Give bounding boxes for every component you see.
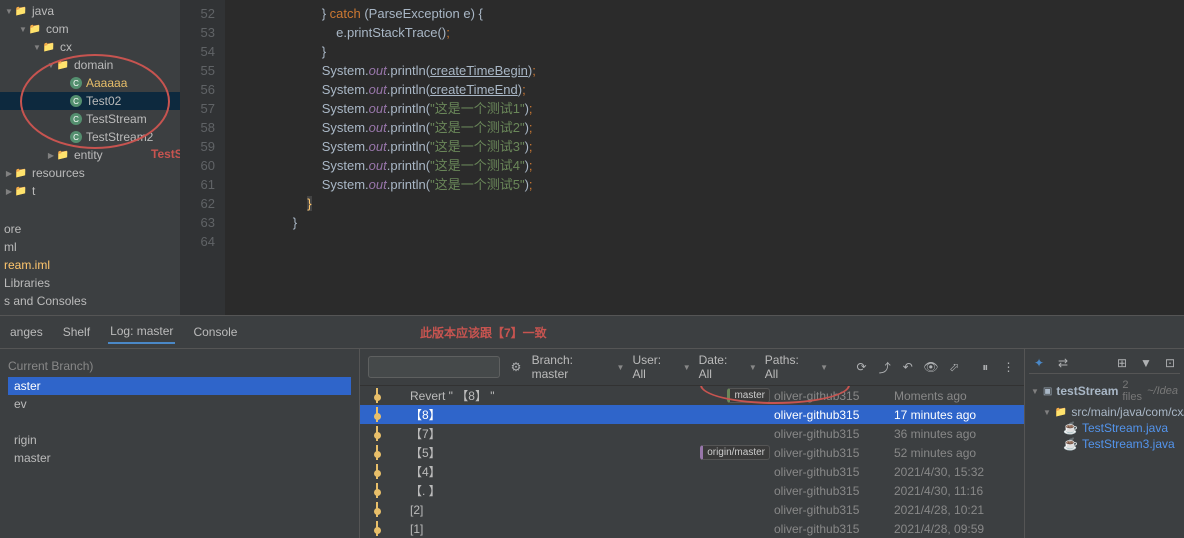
tree-item-teststream[interactable]: CTestStream [0,110,180,128]
tree-item-domain[interactable]: ▼📁domain [0,56,180,74]
commit-list: Revert " 【8】 "masteroliver-github315Mome… [360,386,1024,538]
vcs-log-panel: angesShelfLog: masterConsole此版本应该跟【7】一致 … [0,315,1184,515]
tab-console[interactable]: Console [191,321,239,343]
refresh-icon[interactable]: ⟳ [854,359,869,375]
tab-shelf[interactable]: Shelf [61,321,92,343]
class-icon: C [70,77,82,89]
folder-icon: 📁 [14,166,28,180]
commit-row[interactable]: 【. 】oliver-github3152021/4/30, 11:16 [360,481,1024,500]
tree-item[interactable]: ream.iml [0,256,180,274]
annotation-2: 此版本应该跟【7】一致 [420,324,547,341]
user-filter[interactable]: User: All [632,353,674,381]
vcs-tabs: anges Shelf Log: master Console 此版本应该跟【7】一致 [0,316,1184,349]
file-tree-root[interactable]: ▼ ▣ testStream 2 files ~/Idea [1029,378,1180,404]
branch-item[interactable]: ev [8,395,351,413]
branch-badge: origin/master [700,445,770,460]
commit-details-icon[interactable]: ✦ [1031,355,1047,371]
branch-badge: master [727,388,770,403]
module-icon: ▣ [1043,386,1052,397]
tree-item[interactable]: ore [0,220,180,238]
group-icon[interactable]: ⊞ [1114,355,1130,371]
tree-item-com[interactable]: ▼📁com [0,20,180,38]
folder-icon: 📁 [14,184,28,198]
date-filter[interactable]: Date: All [699,353,741,381]
folder-icon: 📁 [1055,407,1067,418]
options-icon[interactable]: ⋮ [1001,359,1016,375]
folder-icon: 📁 [56,58,70,72]
tree-item-java[interactable]: ▼📁java [0,2,180,20]
file-tree-folder[interactable]: ▼ 📁 src/main/java/com/cx/ [1029,404,1180,420]
swap-icon[interactable]: ⇄ [1055,355,1071,371]
java-file-icon: ☕ [1063,421,1078,435]
tab-logmaster[interactable]: Log: master [108,320,175,344]
branch-item[interactable]: master [8,449,351,467]
revert-icon[interactable]: ↶ [900,359,915,375]
commit-row[interactable]: [1]oliver-github3152021/4/28, 09:59 [360,519,1024,538]
tab-anges[interactable]: anges [8,321,45,343]
class-icon: C [70,131,82,143]
branch-item[interactable] [8,413,351,431]
gear-icon[interactable]: ⚙ [508,359,523,375]
paths-filter[interactable]: Paths: All [765,353,812,381]
commit-row[interactable]: 【8】oliver-github31517 minutes ago [360,405,1024,424]
tree-item-aaaaaa[interactable]: CAaaaaa [0,74,180,92]
branch-filter[interactable]: Branch: master [532,353,609,381]
file-tree-file[interactable]: ☕ TestStream.java [1029,420,1180,436]
branch-header: Current Branch) [8,355,351,377]
cherry-pick-icon[interactable]: ⤴ [877,359,892,375]
code-area[interactable]: } catch (ParseException e) { e.printStac… [225,0,1184,315]
tree-item-cx[interactable]: ▼📁cx [0,38,180,56]
expand-icon[interactable]: ▼ [1138,355,1154,371]
commit-row[interactable]: [2]oliver-github3152021/4/28, 10:21 [360,500,1024,519]
project-tree: TestStream3被删除 ▼📁java▼📁com▼📁cx▼📁domainCA… [0,0,180,315]
changed-files-panel: ✦ ⇄ ⊞ ▼ ⊡ ▼ ▣ testStream 2 files ~/Idea … [1024,349,1184,538]
folder-icon: 📁 [42,40,56,54]
search-input[interactable] [368,356,500,378]
open-icon[interactable]: ⬀ [947,359,962,375]
collapse-icon[interactable]: ⊡ [1162,355,1178,371]
java-file-icon: ☕ [1063,437,1078,451]
tree-item-teststream2[interactable]: CTestStream2 [0,128,180,146]
folder-icon: 📁 [14,4,28,18]
code-editor[interactable]: 52535455565758596061626364 } catch (Pars… [180,0,1184,315]
branch-item[interactable]: rigin [8,431,351,449]
branch-item[interactable]: aster [8,377,351,395]
tree-item-t[interactable]: ▶📁t [0,182,180,200]
commit-row[interactable]: 【4】oliver-github3152021/4/30, 15:32 [360,462,1024,481]
file-tree-file[interactable]: ☕ TestStream3.java [1029,436,1180,452]
commit-row[interactable]: 【5】origin/masteroliver-github31552 minut… [360,443,1024,462]
folder-icon: 📁 [56,148,70,162]
gutter: 52535455565758596061626364 [180,0,225,315]
folder-icon: 📁 [28,22,42,36]
commit-row[interactable]: Revert " 【8】 "masteroliver-github315Mome… [360,386,1024,405]
tree-item[interactable]: s and Consoles [0,292,180,310]
tree-item[interactable]: Libraries [0,274,180,292]
class-icon: C [70,113,82,125]
class-icon: C [70,95,82,107]
tree-item-test02[interactable]: CTest02 [0,92,180,110]
tree-item-resources[interactable]: ▶📁resources [0,164,180,182]
commit-row[interactable]: 【7】oliver-github31536 minutes ago [360,424,1024,443]
tree-item[interactable]: ml [0,238,180,256]
branches-panel: Current Branch) asterev rigin master [0,349,360,538]
annotation-1: TestStream3被删除 [151,145,180,162]
log-toolbar: ⚙ Branch: master▼ User: All▼ Date: All▼ … [360,349,1024,386]
eye-icon[interactable]: 👁 [923,359,938,375]
pause-icon[interactable]: ⏸ [978,359,993,375]
